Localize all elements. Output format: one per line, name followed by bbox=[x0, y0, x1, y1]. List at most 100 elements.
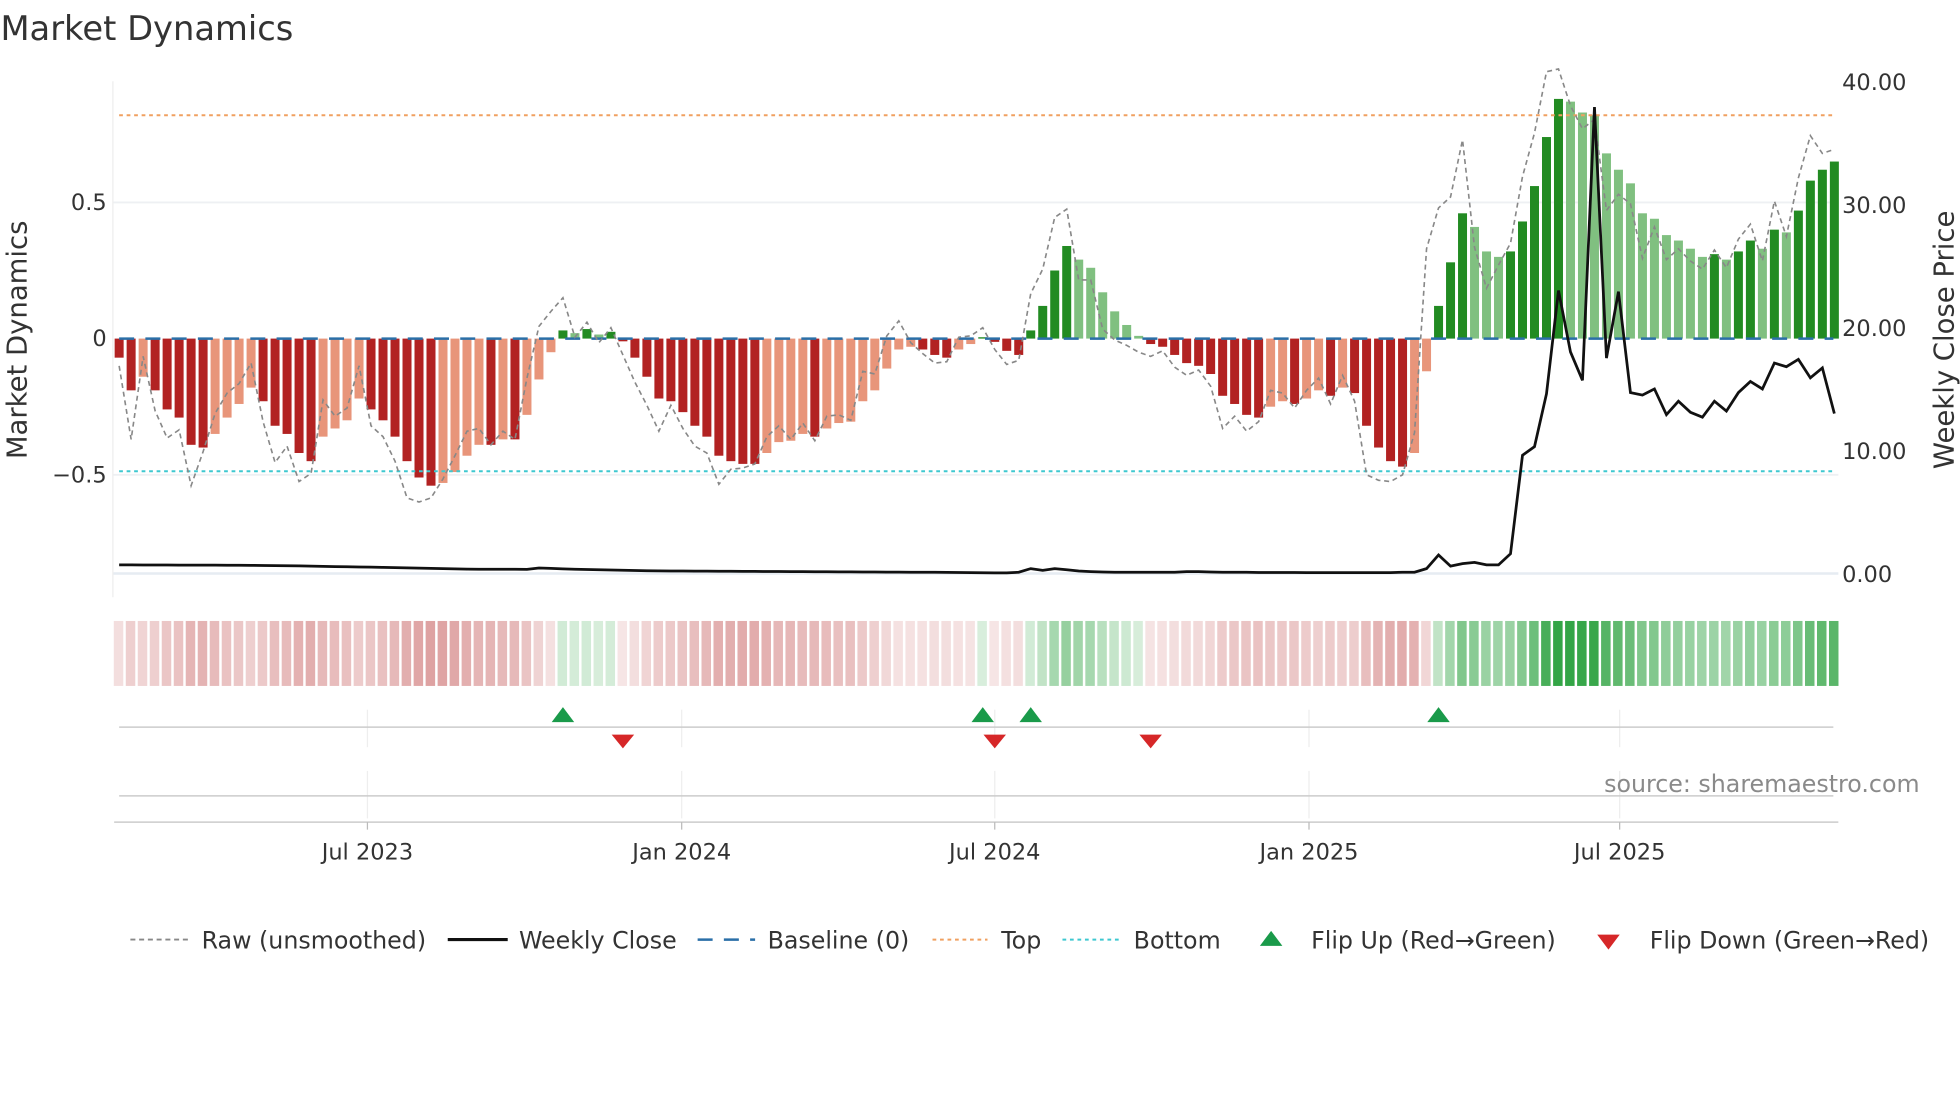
heat-strip-cell bbox=[1589, 620, 1599, 686]
left-axis-label: Market Dynamics bbox=[2, 221, 34, 460]
heat-strip-cell bbox=[821, 620, 831, 686]
momentum-bar bbox=[1470, 226, 1480, 339]
legend-top: Top bbox=[1000, 926, 1041, 954]
heat-strip-cell bbox=[1037, 620, 1047, 686]
momentum-bar bbox=[1757, 248, 1767, 339]
heat-strip-cell bbox=[1325, 620, 1335, 686]
heat-strip-cell bbox=[1373, 620, 1383, 686]
heat-strip-cell bbox=[1529, 620, 1539, 686]
heat-strip-cell bbox=[1805, 620, 1815, 686]
flip-up-marker bbox=[1019, 707, 1042, 723]
momentum-bar bbox=[1122, 324, 1132, 339]
heat-strip-cell bbox=[953, 620, 963, 686]
heat-strip-cell bbox=[1337, 620, 1347, 686]
momentum-bar bbox=[1254, 338, 1264, 418]
heat-strip-cell bbox=[1049, 620, 1059, 686]
legend-baseline: Baseline (0) bbox=[768, 926, 910, 954]
right-tick-label: 40.00 bbox=[1842, 70, 1906, 96]
heat-strip-cell bbox=[1469, 620, 1479, 686]
heat-strip-cell bbox=[833, 620, 843, 686]
legend: Raw (unsmoothed) Weekly Close Baseline (… bbox=[130, 926, 1929, 954]
heat-strip-cell bbox=[1421, 620, 1431, 686]
momentum-bar bbox=[498, 338, 508, 440]
momentum-bar bbox=[762, 338, 772, 453]
momentum-bar bbox=[1805, 180, 1815, 339]
x-ticks: Jul 2023 Jan 2024 Jul 2024 Jan 2025 Jul 2025 bbox=[320, 822, 1665, 866]
heat-strip-cell bbox=[1157, 620, 1167, 686]
heat-strip-cell bbox=[185, 620, 196, 686]
momentum-bar bbox=[714, 338, 724, 456]
heat-strip-cell bbox=[413, 620, 424, 686]
momentum-bar bbox=[1338, 338, 1348, 388]
heat-strip-cell bbox=[1565, 620, 1575, 686]
heat-strip-cell bbox=[1517, 620, 1527, 686]
heat-strip-cell bbox=[461, 620, 472, 686]
momentum-bar bbox=[306, 338, 316, 462]
heat-strip-cell bbox=[1673, 620, 1683, 686]
momentum-bar bbox=[1733, 251, 1743, 339]
heat-strip-cell bbox=[1757, 620, 1767, 686]
heat-strip-cell bbox=[1073, 620, 1083, 686]
left-tick-label: 0 bbox=[92, 326, 106, 352]
heat-strip-cell bbox=[317, 620, 328, 686]
momentum-bar bbox=[546, 338, 556, 353]
heat-strip-cell bbox=[1553, 620, 1563, 686]
heat-strip-cell bbox=[713, 620, 723, 686]
heat-strip-cell bbox=[1025, 620, 1035, 686]
heat-strip-cell bbox=[1193, 620, 1203, 686]
momentum-bar bbox=[1506, 251, 1516, 339]
momentum-bar bbox=[210, 338, 220, 434]
heat-strip-cell bbox=[1085, 620, 1095, 686]
momentum-bar bbox=[1482, 251, 1492, 339]
right-tick-label: 0.00 bbox=[1842, 562, 1892, 588]
right-tick-label: 20.00 bbox=[1842, 316, 1906, 342]
heat-strip-cell bbox=[1301, 620, 1311, 686]
heat-strip-cell bbox=[1181, 620, 1191, 686]
heat-strip-cell bbox=[1637, 620, 1647, 686]
momentum-bar bbox=[1386, 338, 1396, 462]
heat-strip-cell bbox=[1001, 620, 1011, 686]
right-axis-label: Weekly Close Price bbox=[1928, 211, 1960, 469]
momentum-bar bbox=[1182, 338, 1192, 364]
heat-strip-cell bbox=[545, 620, 556, 686]
heat-strip-cell bbox=[761, 620, 771, 686]
heat-strip-cell bbox=[785, 620, 795, 686]
momentum-bars bbox=[114, 98, 1839, 486]
heat-strip-cell bbox=[581, 620, 592, 686]
heat-strip-cell bbox=[629, 620, 640, 686]
momentum-bar bbox=[390, 338, 400, 437]
momentum-bar bbox=[1745, 240, 1755, 339]
momentum-bar bbox=[486, 338, 496, 445]
heat-strip-cell bbox=[293, 620, 304, 686]
heat-strip-cell bbox=[617, 620, 628, 686]
momentum-bar bbox=[642, 338, 652, 377]
legend-raw: Raw (unsmoothed) bbox=[202, 926, 426, 954]
heat-strip-cell bbox=[857, 620, 867, 686]
momentum-bar bbox=[1781, 232, 1791, 339]
momentum-bar bbox=[438, 338, 448, 483]
right-tick-label: 10.00 bbox=[1842, 439, 1906, 465]
momentum-bar bbox=[1206, 338, 1216, 375]
momentum-bar bbox=[246, 338, 256, 388]
momentum-bar bbox=[1637, 213, 1647, 339]
momentum-bar bbox=[834, 338, 844, 424]
momentum-bar bbox=[1530, 186, 1539, 339]
flip-panel-gridlines bbox=[366, 709, 1621, 819]
momentum-bar bbox=[678, 338, 688, 413]
heat-strip-cell bbox=[965, 620, 975, 686]
momentum-bar bbox=[1170, 338, 1180, 355]
legend-close: Weekly Close bbox=[519, 926, 677, 954]
momentum-bar bbox=[582, 329, 592, 339]
momentum-bar bbox=[822, 338, 832, 429]
heat-strip-cell bbox=[749, 620, 759, 686]
heat-strip-cell bbox=[1361, 620, 1371, 686]
momentum-bar bbox=[402, 338, 412, 462]
heat-strip-cell bbox=[1241, 620, 1251, 686]
raw-series-line bbox=[118, 68, 1835, 503]
heat-strip-cell bbox=[557, 620, 568, 686]
left-y-ticks: 0.5 0 −0.5 bbox=[52, 190, 107, 488]
momentum-bar bbox=[654, 338, 664, 399]
heat-strip-cell bbox=[221, 620, 232, 686]
heat-strip-cell bbox=[1121, 620, 1131, 686]
right-tick-label: 30.00 bbox=[1842, 193, 1906, 219]
